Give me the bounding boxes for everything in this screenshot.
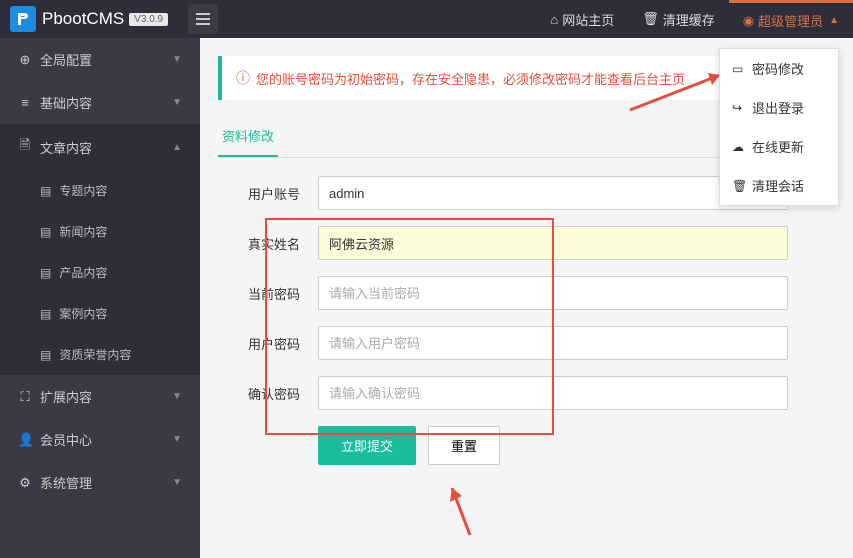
sidebar-sub-topic[interactable]: ▤专题内容 [0,170,200,211]
sidebar-member[interactable]: 👤会员中心 ▼ [0,418,200,461]
sidebar-sub-news[interactable]: ▤新闻内容 [0,211,200,252]
chevron-up-icon: ▲ [172,142,182,153]
sidebar-sub-honor[interactable]: ▤资质荣誉内容 [0,334,200,375]
sidebar-sub-case[interactable]: ▤案例内容 [0,293,200,334]
dropdown-sessions[interactable]: 🗑 清理会话 [720,166,838,205]
dropdown-password[interactable]: ▭ 密码修改 [720,49,838,88]
page-icon: ▤ [40,307,51,321]
chevron-up-icon: ▲ [829,15,839,26]
header: PbootCMS V3.0.9 ⌂ 网站主页 🗑 清理缓存 ◉ 超级管理员 ▲ [0,0,853,38]
cloud-icon: ☁ [732,140,746,154]
chevron-down-icon: ▼ [172,54,182,65]
header-clear-cache[interactable]: 🗑 清理缓存 [628,0,729,38]
realname-input[interactable] [318,226,788,260]
sidebar-system[interactable]: ⚙系统管理 ▼ [0,461,200,504]
gear-icon: ⚙ [18,475,32,491]
home-icon: ⌂ [550,12,558,27]
admin-dropdown: ▭ 密码修改 ↪ 退出登录 ☁ 在线更新 🗑 清理会话 [719,48,839,206]
current-pwd-label: 当前密码 [218,284,318,303]
chevron-down-icon: ▼ [172,477,182,488]
header-admin-menu[interactable]: ◉ 超级管理员 ▲ [729,0,853,38]
logout-icon: ↪ [732,101,746,115]
sliders-icon: ≡ [18,95,32,110]
globe-icon: ⊕ [18,52,32,68]
account-label: 用户账号 [218,184,318,203]
trash-icon: 🗑 [642,11,659,27]
expand-icon: ⛶ [18,389,32,405]
confirm-pwd-input[interactable] [318,376,788,410]
id-card-icon: ▭ [732,62,746,76]
brand-name: PbootCMS [42,9,124,29]
submit-button[interactable]: 立即提交 [318,426,416,465]
current-pwd-input[interactable] [318,276,788,310]
user-pwd-input[interactable] [318,326,788,360]
reset-button[interactable]: 重置 [428,426,500,465]
user-icon: ◉ [743,13,754,29]
user-icon: 👤 [18,432,32,448]
chevron-down-icon: ▼ [172,97,182,108]
sidebar: ⊕全局配置 ▼ ≡基础内容 ▼ 🗎文章内容 ▲ ▤专题内容 ▤新闻内容 ▤产品内… [0,38,200,558]
page-icon: ▤ [40,266,51,280]
sidebar-global[interactable]: ⊕全局配置 ▼ [0,38,200,81]
page-icon: ▤ [40,348,51,362]
trash-icon: 🗑 [732,179,746,193]
dropdown-logout[interactable]: ↪ 退出登录 [720,88,838,127]
alert-text: 您的账号密码为初始密码，存在安全隐患，必须修改密码才能查看后台主页 [256,69,685,88]
logo: PbootCMS V3.0.9 [0,6,178,32]
version-badge: V3.0.9 [129,13,168,26]
chevron-down-icon: ▼ [172,434,182,445]
file-icon: 🗎 [18,136,32,158]
header-home[interactable]: ⌂ 网站主页 [536,0,628,38]
logo-icon [10,6,36,32]
sidebar-article[interactable]: 🗎文章内容 ▲ [0,124,200,170]
user-pwd-label: 用户密码 [218,334,318,353]
profile-form: 用户账号 真实姓名 当前密码 用户密码 确认密码 立即提交 重置 [218,176,835,465]
realname-label: 真实姓名 [218,234,318,253]
chevron-down-icon: ▼ [172,391,182,402]
page-icon: ▤ [40,225,51,239]
sidebar-article-submenu: ▤专题内容 ▤新闻内容 ▤产品内容 ▤案例内容 ▤资质荣誉内容 [0,170,200,375]
menu-toggle[interactable] [188,4,218,34]
confirm-pwd-label: 确认密码 [218,384,318,403]
sidebar-extend[interactable]: ⛶扩展内容 ▼ [0,375,200,418]
sidebar-basic[interactable]: ≡基础内容 ▼ [0,81,200,124]
tab-profile-edit[interactable]: 资料修改 [218,116,278,157]
dropdown-update[interactable]: ☁ 在线更新 [720,127,838,166]
info-icon: ⓘ [236,68,250,88]
account-input[interactable] [318,176,788,210]
sidebar-sub-product[interactable]: ▤产品内容 [0,252,200,293]
page-icon: ▤ [40,184,51,198]
